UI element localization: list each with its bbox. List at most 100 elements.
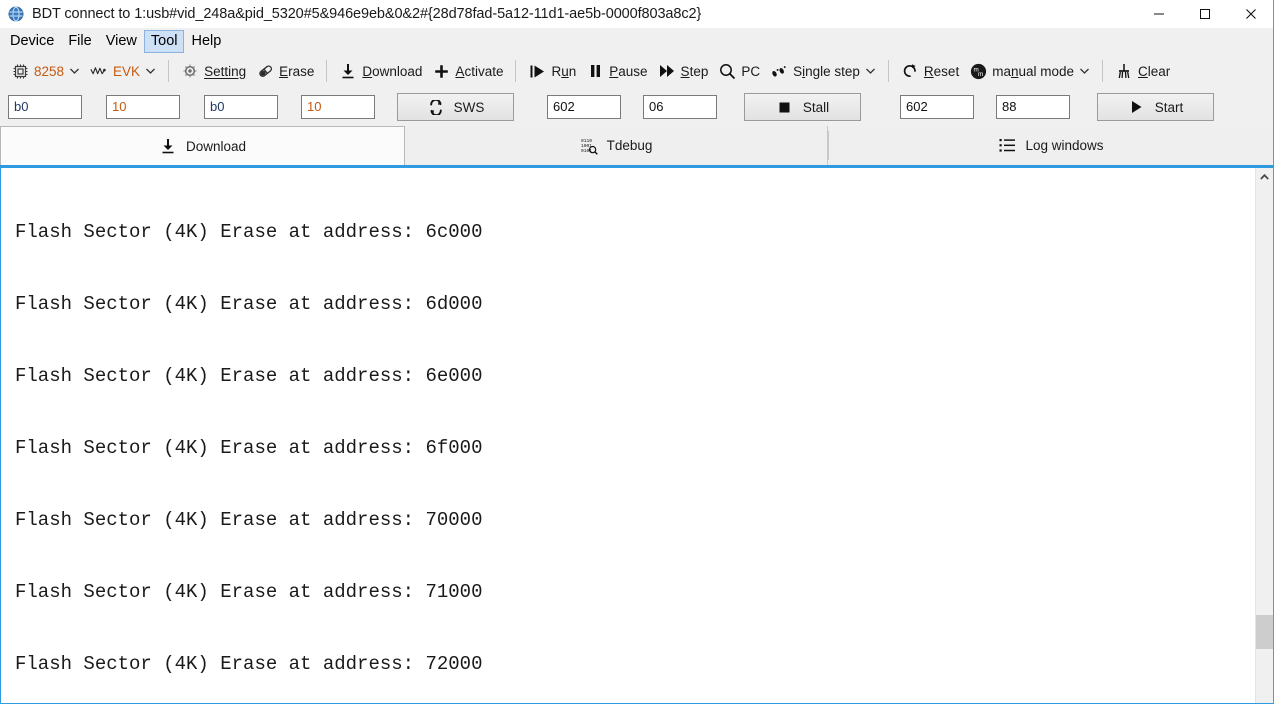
step-label: Step [680, 63, 709, 79]
reset-label: Reset [923, 63, 960, 79]
chevron-down-icon[interactable] [1079, 62, 1090, 80]
sws-len2-value: 10 [307, 99, 322, 114]
tab-tdebug[interactable]: 0110 1001 0101 Tdebug [405, 126, 827, 165]
log-line: Flash Sector (4K) Erase at address: 6f00… [15, 437, 483, 459]
sws-button[interactable]: SWS [397, 93, 514, 121]
svg-text:0101: 0101 [581, 148, 592, 154]
menu-item-help[interactable]: Help [184, 30, 228, 53]
activate-button[interactable]: Activate [427, 58, 508, 84]
application-window: BDT connect to 1:usb#vid_248a&pid_5320#5… [0, 0, 1274, 704]
mode-label: manual mode [992, 63, 1075, 79]
start-data-value: 88 [1002, 99, 1017, 114]
scrollbar-thumb[interactable] [1256, 615, 1273, 649]
binary-magnifier-icon: 0110 1001 0101 [580, 137, 598, 155]
chip-icon [11, 62, 29, 80]
menu-item-view[interactable]: View [99, 30, 144, 53]
chevron-down-icon[interactable] [69, 62, 80, 80]
waveform-icon [90, 62, 108, 80]
sws-len2-input[interactable]: 10 [301, 95, 375, 119]
chip-label: 8258 [34, 63, 65, 79]
menu-item-tool[interactable]: Tool [143, 29, 185, 53]
refresh-icon [901, 62, 919, 80]
chip-selector[interactable]: 8258 [6, 58, 85, 84]
mode-selector[interactable]: m m manual mode [964, 58, 1095, 84]
clear-button[interactable]: Clear [1110, 58, 1175, 84]
stop-square-icon [776, 98, 794, 116]
chevron-down-icon[interactable] [145, 62, 156, 80]
toolbar-separator [515, 60, 517, 82]
board-selector[interactable]: EVK [85, 58, 161, 84]
globe-icon [8, 6, 24, 22]
sws-button-label: SWS [453, 99, 485, 115]
chevron-down-icon[interactable] [865, 62, 876, 80]
window-controls [1136, 0, 1274, 28]
start-addr-input[interactable]: 602 [900, 95, 974, 119]
menu-bar: Device File View Tool Help [0, 28, 1274, 54]
stall-data-input[interactable]: 06 [643, 95, 717, 119]
close-button[interactable] [1228, 0, 1274, 28]
erase-button[interactable]: Erase [251, 58, 319, 84]
sws-addr2-input[interactable]: b0 [204, 95, 278, 119]
log-line: Flash Sector (4K) Erase at address: 7100… [15, 581, 483, 603]
fast-forward-icon [658, 62, 676, 80]
broom-icon [1115, 62, 1133, 80]
main-toolbar: 8258 EVK Setting Erase Download Activate… [0, 54, 1274, 88]
log-output[interactable]: Flash Sector (4K) Erase at address: 6c00… [1, 168, 1255, 703]
pause-icon [586, 62, 604, 80]
clear-label: Clear [1138, 63, 1171, 79]
magnifier-icon [718, 62, 736, 80]
tab-download[interactable]: Download [0, 126, 405, 165]
mode-circle-icon: m m [969, 62, 987, 80]
stall-button-label: Stall [802, 99, 830, 115]
menu-item-file[interactable]: File [61, 30, 98, 53]
download-arrow-icon [339, 62, 357, 80]
reset-button[interactable]: Reset [896, 58, 964, 84]
single-step-button[interactable]: Single step [765, 58, 881, 84]
scroll-up-button[interactable] [1256, 168, 1273, 185]
start-button[interactable]: Start [1097, 93, 1214, 121]
log-scrollbar[interactable] [1255, 168, 1273, 703]
start-addr-value: 602 [906, 99, 928, 114]
sws-len1-input[interactable]: 10 [106, 95, 180, 119]
start-data-input[interactable]: 88 [996, 95, 1070, 119]
pause-label: Pause [609, 63, 648, 79]
sync-icon [427, 98, 445, 116]
single-step-label: Single step [793, 63, 860, 79]
stall-addr-input[interactable]: 602 [547, 95, 621, 119]
sws-addr1-value: b0 [14, 99, 29, 114]
tab-tdebug-label: Tdebug [606, 138, 653, 153]
list-icon [998, 137, 1016, 155]
tab-log-windows[interactable]: Log windows [827, 126, 1274, 165]
pause-button[interactable]: Pause [581, 58, 652, 84]
stall-addr-value: 602 [553, 99, 575, 114]
setting-label: Setting [204, 63, 247, 79]
svg-text:m: m [978, 71, 983, 78]
sws-addr1-input[interactable]: b0 [8, 95, 82, 119]
eraser-icon [256, 62, 274, 80]
minimize-button[interactable] [1136, 0, 1182, 28]
erase-label: Erase [279, 63, 315, 79]
menu-item-device[interactable]: Device [3, 30, 61, 53]
log-line: Flash Sector (4K) Erase at address: 6c00… [15, 221, 483, 243]
stall-button[interactable]: Stall [744, 93, 861, 121]
run-button[interactable]: Run [523, 58, 581, 84]
footprints-icon [770, 62, 788, 80]
scrollbar-track[interactable] [1256, 185, 1273, 703]
maximize-button[interactable] [1182, 0, 1228, 28]
title-bar: BDT connect to 1:usb#vid_248a&pid_5320#5… [0, 0, 1274, 28]
pc-button[interactable]: PC [713, 58, 765, 84]
step-button[interactable]: Step [653, 58, 714, 84]
play-icon [528, 62, 546, 80]
window-title: BDT connect to 1:usb#vid_248a&pid_5320#5… [32, 6, 702, 22]
pc-label: PC [741, 63, 761, 79]
log-panel: Flash Sector (4K) Erase at address: 6c00… [0, 168, 1274, 704]
stall-data-value: 06 [649, 99, 664, 114]
download-button[interactable]: Download [334, 58, 427, 84]
log-line: Flash Sector (4K) Erase at address: 7000… [15, 509, 483, 531]
log-line: Flash Sector (4K) Erase at address: 7200… [15, 653, 483, 675]
toolbar-separator [887, 60, 889, 82]
activate-label: Activate [455, 63, 504, 79]
minimize-icon [1154, 13, 1164, 15]
setting-button[interactable]: Setting [176, 58, 251, 84]
toolbar-separator [326, 60, 328, 82]
